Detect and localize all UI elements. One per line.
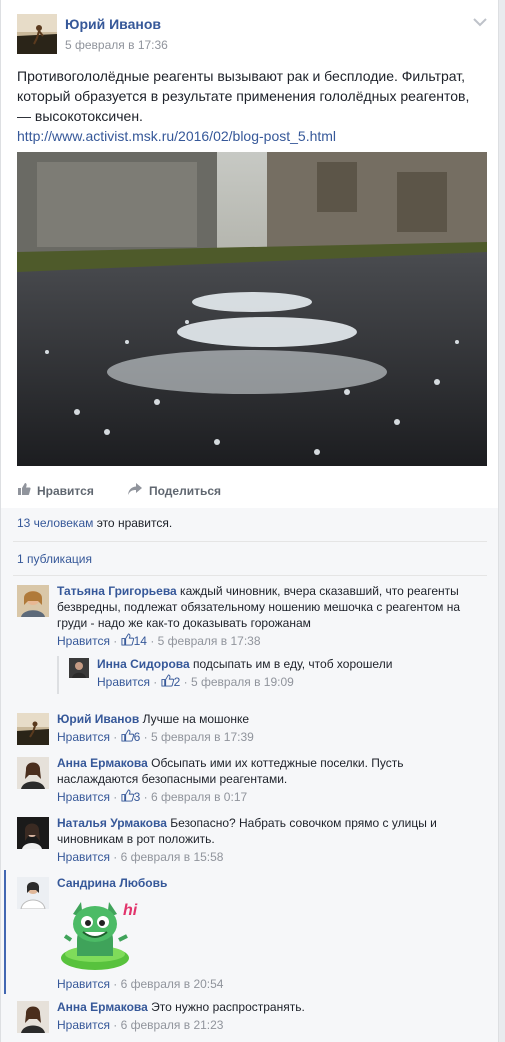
comment-author[interactable]: Инна Сидорова [97, 657, 190, 671]
comment-date[interactable]: 6 февраля в 0:17 [151, 790, 247, 804]
like-button[interactable]: Нравится [17, 482, 94, 499]
comment-like-link[interactable]: Нравится [57, 730, 110, 744]
new-comment-indicator [4, 870, 6, 994]
share-arrow-icon [127, 482, 143, 499]
like-label: Нравится [37, 483, 94, 498]
comment: Анна Ермакова Обсыпать ими их коттеджные… [17, 755, 487, 809]
comment-text: подсыпать им в еду, чтоб хорошели [189, 657, 393, 671]
post-link[interactable]: http://www.activist.msk.ru/2016/02/blog-… [17, 126, 487, 146]
comment-author[interactable]: Татьяна Григорьева [57, 584, 177, 598]
avatar[interactable] [17, 817, 49, 849]
comment-text: Лучше на мошонке [139, 712, 250, 726]
thumbs-up-icon [17, 482, 31, 499]
thumbs-up-icon [161, 674, 174, 691]
sticker-image[interactable]: hi [57, 896, 141, 974]
comment-meta: Нравится · 6 февраля в 20:54 [57, 977, 224, 991]
comment-date[interactable]: 5 февраля в 17:39 [151, 730, 254, 744]
comment-like-link[interactable]: Нравится [57, 977, 110, 991]
post-text: Противогололёдные реагенты вызывают рак … [17, 68, 470, 124]
comment-author[interactable]: Наталья Урмакова [57, 816, 167, 830]
comment-author[interactable]: Юрий Иванов [57, 712, 139, 726]
divider [13, 541, 487, 542]
share-label: Поделиться [149, 483, 222, 498]
avatar[interactable] [17, 757, 49, 789]
comment-like-link[interactable]: Нравится [97, 675, 150, 689]
share-button[interactable]: Поделиться [127, 482, 221, 499]
thumbs-up-icon [121, 729, 134, 746]
divider [13, 575, 487, 576]
avatar[interactable] [17, 877, 49, 909]
avatar[interactable] [17, 1001, 49, 1033]
author-avatar[interactable] [17, 14, 57, 54]
thumbs-up-icon [121, 633, 134, 650]
comment-like-link[interactable]: Нравится [57, 790, 110, 804]
comment-date[interactable]: 5 февраля в 19:09 [191, 675, 294, 689]
post-date[interactable]: 5 февраля в 17:36 [65, 38, 168, 52]
comment-like-count[interactable]: 14 [134, 634, 147, 648]
comment-like-link[interactable]: Нравится [57, 850, 110, 864]
post-image[interactable] [17, 152, 487, 466]
comment-reply: Инна Сидорова подсыпать им в еду, чтоб х… [57, 656, 487, 694]
chevron-down-icon[interactable] [473, 14, 487, 32]
post-author[interactable]: Юрий Иванов [65, 16, 161, 32]
avatar[interactable] [69, 658, 89, 678]
likes-suffix: это нравится. [93, 516, 173, 530]
comment-date[interactable]: 6 февраля в 21:23 [121, 1018, 224, 1032]
post-actions: Нравится Поделиться [17, 482, 487, 504]
comment-author[interactable]: Анна Ермакова [57, 1000, 148, 1014]
comment-text: Это нужно распространять. [147, 1000, 305, 1014]
post-header: Юрий Иванов 5 февраля в 17:36 [17, 12, 487, 56]
comment: Анна Ермакова Это нужно распространять. … [17, 999, 487, 1039]
comment-date[interactable]: 5 февраля в 17:38 [158, 634, 261, 648]
shares-link[interactable]: 1 публикация [17, 552, 92, 566]
post-body: Противогололёдные реагенты вызывают рак … [17, 66, 487, 146]
comment: Татьяна Григорьева каждый чиновник, вчер… [17, 583, 487, 653]
likes-count-link[interactable]: 13 человекам [17, 516, 93, 530]
comment-date[interactable]: 6 февраля в 15:58 [121, 850, 224, 864]
comment: Наталья Урмакова Безопасно? Набрать сово… [17, 815, 487, 869]
thumbs-up-icon [121, 789, 134, 806]
comment-date[interactable]: 6 февраля в 20:54 [121, 977, 224, 991]
comment-author[interactable]: Анна Ермакова [57, 756, 148, 770]
comment-like-link[interactable]: Нравится [57, 1018, 110, 1032]
comment: Юрий Иванов Лучше на мошонке Нравится · … [17, 711, 487, 751]
likes-summary: 13 человекам это нравится. [17, 516, 172, 530]
avatar[interactable] [17, 585, 49, 617]
sticker-text: hi [123, 902, 138, 919]
comment-like-link[interactable]: Нравится [57, 634, 110, 648]
avatar[interactable] [17, 713, 49, 745]
post-card: Юрий Иванов 5 февраля в 17:36 Противогол… [0, 0, 499, 1042]
comment-author[interactable]: Сандрина Любовь [57, 876, 167, 890]
